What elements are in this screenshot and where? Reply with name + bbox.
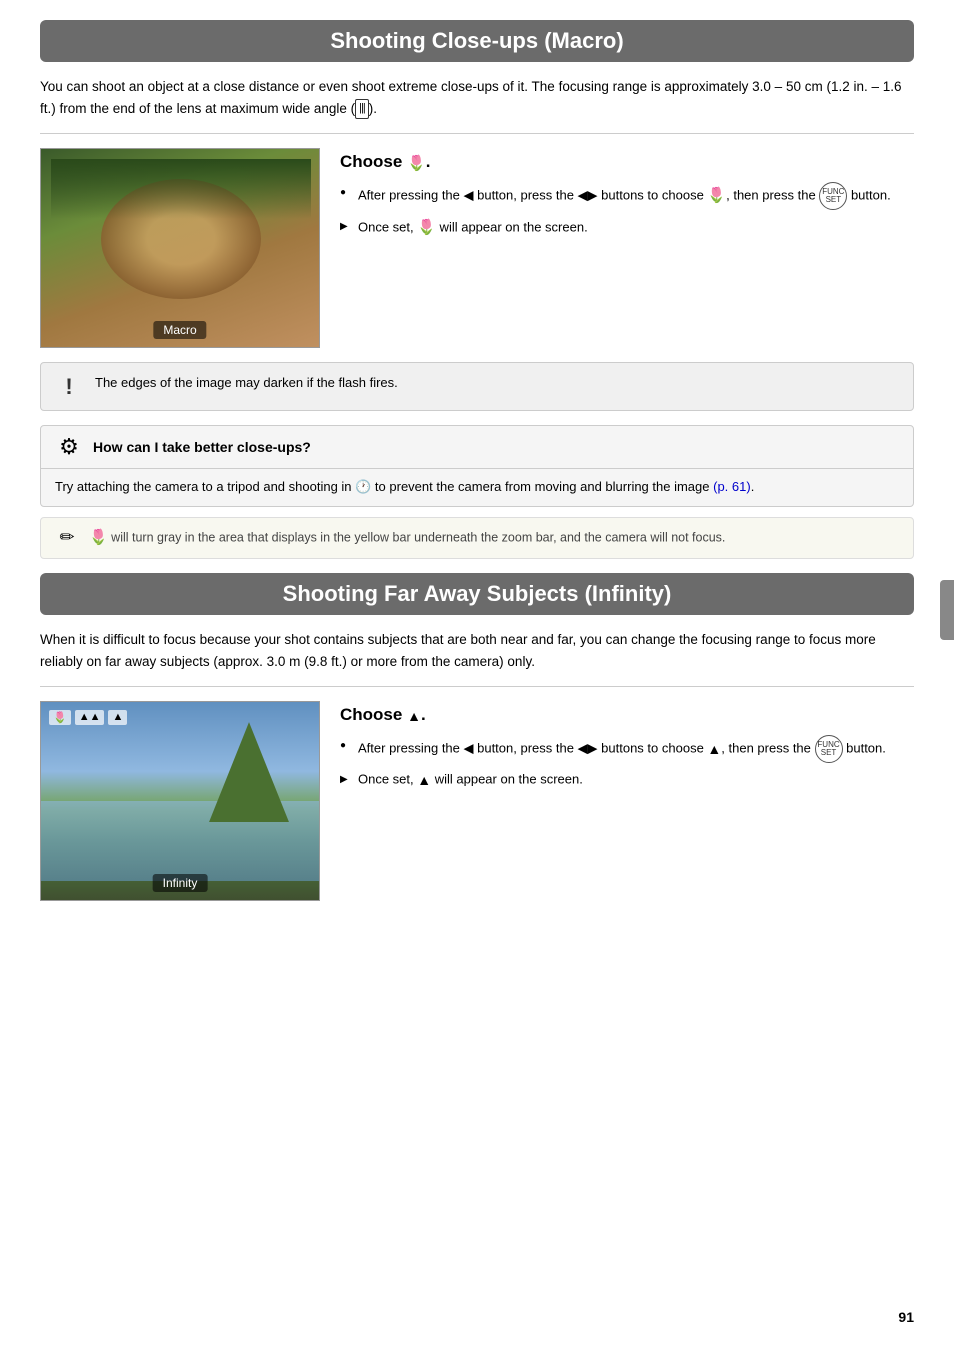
page-number: 91: [898, 1309, 914, 1325]
section1-bullet-2: Once set, 🌷 will appear on the screen.: [340, 216, 914, 240]
note-box: ✏ 🌷 will turn gray in the area that disp…: [40, 517, 914, 559]
func-set-button: FUNCSET: [819, 182, 847, 210]
infinity-image-label: Infinity: [153, 874, 208, 892]
section1-step-content: Choose 🌷. After pressing the ◀ button, p…: [340, 148, 914, 348]
section1-title: Shooting Close-ups (Macro): [40, 20, 914, 62]
section2-bullet-2: Once set, ▲ will appear on the screen.: [340, 769, 914, 791]
macro-icon-inline2: 🌷: [417, 216, 436, 240]
sidebar-tab: [940, 580, 954, 640]
section1-divider: [40, 133, 914, 134]
section2-title: Shooting Far Away Subjects (Infinity): [40, 573, 914, 615]
section1: Shooting Close-ups (Macro) You can shoot…: [40, 20, 914, 559]
section2-step-row: 🌷 ▲▲ ▲ Infinity Choose ▲. After pressing…: [40, 701, 914, 901]
macro-icon-inline: 🌷: [707, 184, 726, 208]
macro-image: Macro: [40, 148, 320, 348]
note-text: 🌷 will turn gray in the area that displa…: [89, 526, 725, 550]
section2: Shooting Far Away Subjects (Infinity) Wh…: [40, 573, 914, 901]
section2-step-content: Choose ▲. After pressing the ◀ button, p…: [340, 701, 914, 901]
infinity-image-icons: 🌷 ▲▲ ▲: [49, 710, 127, 725]
mountain-icon-inline2: ▲: [417, 769, 431, 791]
notice-icon: !: [55, 374, 83, 400]
section1-step-heading: Choose 🌷.: [340, 152, 914, 172]
infinity-icon-2: ▲▲: [75, 710, 105, 725]
section1-intro: You can shoot an object at a close dista…: [40, 76, 914, 119]
qa-header: ⚙ How can I take better close-ups?: [41, 426, 913, 469]
section1-step-row: Macro Choose 🌷. After pressing the ◀ but…: [40, 148, 914, 348]
section2-bullet-1: After pressing the ◀ button, press the ◀…: [340, 735, 914, 763]
section2-step-heading: Choose ▲.: [340, 705, 914, 725]
notice-text: The edges of the image may darken if the…: [95, 373, 398, 394]
qa-title: How can I take better close-ups?: [93, 439, 311, 455]
qa-box: ⚙ How can I take better close-ups? Try a…: [40, 425, 914, 507]
pencil-icon: ✏: [55, 527, 79, 548]
section2-intro: When it is difficult to focus because yo…: [40, 629, 914, 672]
infinity-icon-3: ▲: [108, 710, 127, 725]
qa-link[interactable]: (p. 61): [713, 479, 751, 494]
macro-icon-note: 🌷: [89, 526, 108, 550]
section2-bullet-list: After pressing the ◀ button, press the ◀…: [340, 735, 914, 791]
section2-divider: [40, 686, 914, 687]
qa-body: Try attaching the camera to a tripod and…: [41, 469, 913, 506]
infinity-image: 🌷 ▲▲ ▲ Infinity: [40, 701, 320, 901]
section1-bullet-1: After pressing the ◀ button, press the ◀…: [340, 182, 914, 210]
wide-angle-symbol: |||: [355, 99, 369, 119]
notice-box: ! The edges of the image may darken if t…: [40, 362, 914, 411]
mountain-icon: ▲: [407, 708, 421, 724]
qa-icon: ⚙: [55, 434, 83, 460]
section1-bullet-list: After pressing the ◀ button, press the ◀…: [340, 182, 914, 240]
mountain-icon-inline: ▲: [707, 738, 721, 760]
func-set-button2: FUNCSET: [815, 735, 843, 763]
macro-image-label: Macro: [153, 321, 206, 339]
macro-icon: 🌷: [407, 154, 426, 172]
infinity-icon-1: 🌷: [49, 710, 71, 725]
